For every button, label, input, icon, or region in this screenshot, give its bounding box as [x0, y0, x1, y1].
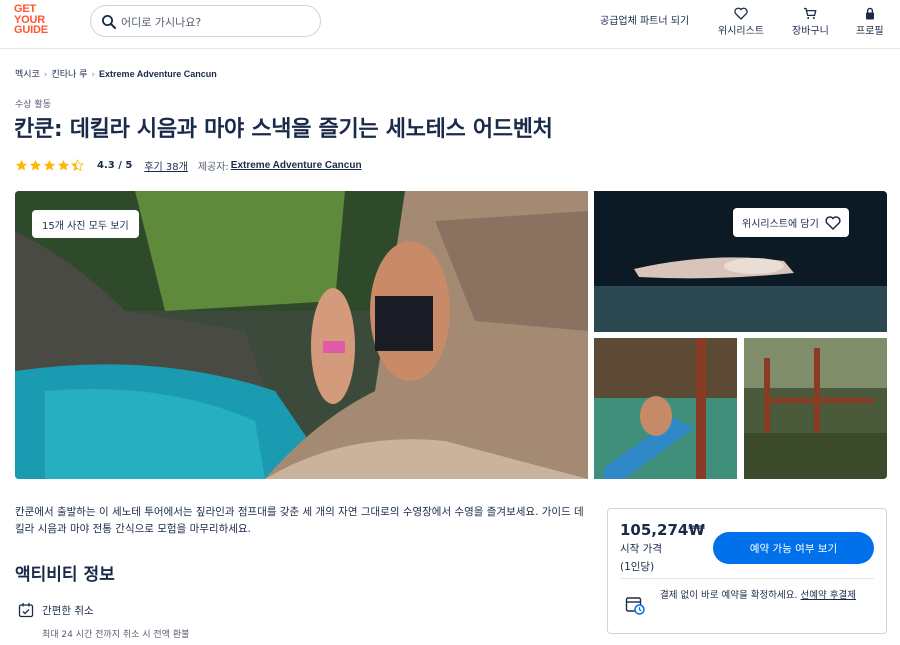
- provider-label: 제공자:: [197, 161, 229, 173]
- search-input[interactable]: [121, 12, 306, 32]
- calendar-check-icon: [18, 603, 34, 618]
- star-full-icon: [43, 159, 56, 170]
- photo-jungle[interactable]: [744, 338, 887, 479]
- rating-score: 4.3 / 5: [97, 159, 133, 171]
- breadcrumb-item-region[interactable]: 킨타나 루: [51, 70, 87, 80]
- about-activity-heading: 액티비티 정보: [15, 565, 115, 585]
- price-per-person-label: (1인당): [620, 561, 655, 573]
- getyourguide-logo[interactable]: GET YOUR GUIDE: [14, 4, 58, 44]
- breadcrumb-item-country[interactable]: 멕시코: [15, 70, 40, 80]
- free-cancellation-title: 간편한 취소: [42, 605, 94, 617]
- add-to-wishlist-label: 위시리스트에 담기: [742, 219, 819, 230]
- star-full-icon: [29, 159, 42, 170]
- nav-wishlist[interactable]: 위시리스트: [718, 7, 764, 37]
- rating-row: 4.3 / 5 후기 38개 제공자: Extreme Adventure Ca…: [15, 157, 362, 173]
- reserve-now-pay-later-text: 결제 없이 바로 예약을 확정하세요. 선예약 후결제: [660, 588, 875, 603]
- view-all-photos-button[interactable]: 15개 사진 모두 보기: [32, 210, 139, 238]
- reserve-calendar-icon: [625, 597, 645, 615]
- reserve-now-pay-later-link[interactable]: 선예약 후결제: [800, 590, 855, 601]
- price-value: 105,274₩: [620, 521, 705, 539]
- kayak-cenote-image: [594, 338, 737, 479]
- top-header: GET YOUR GUIDE 공급업체 파트너 되기 위시리스트 장바구니 프로…: [0, 0, 900, 49]
- breadcrumb-separator: ›: [91, 70, 96, 80]
- nav-profile-label: 프로필: [856, 26, 884, 37]
- activity-description: 칸쿤에서 출발하는 이 세노테 투어에서는 짚라인과 점프대를 갖춘 세 개의 …: [15, 506, 584, 535]
- star-partial-icon: [71, 158, 84, 171]
- breadcrumb-separator: ›: [43, 70, 48, 80]
- logo-line-guide: GUIDE: [14, 24, 48, 36]
- jungle-zipline-image: [744, 338, 887, 479]
- logo-line-get: GET: [14, 3, 37, 15]
- nav-profile[interactable]: 프로필: [856, 7, 884, 37]
- add-to-wishlist-button[interactable]: 위시리스트에 담기: [733, 208, 849, 237]
- nav-wishlist-label: 위시리스트: [718, 26, 764, 37]
- price-from-label: 시작 가격: [620, 543, 662, 555]
- rating-stars: [15, 158, 85, 172]
- free-cancellation-detail: 최대 24 시간 전까지 취소 시 전액 환불: [42, 630, 190, 640]
- search-icon: [102, 15, 116, 29]
- card-divider: [620, 578, 874, 579]
- search-box[interactable]: [90, 5, 321, 37]
- provider-link[interactable]: Extreme Adventure Cancun: [231, 160, 362, 171]
- reserve-now-text: 결제 없이 바로 예약을 확정하세요.: [660, 590, 801, 601]
- star-full-icon: [57, 159, 70, 170]
- photo-kayak[interactable]: [594, 338, 737, 479]
- become-supplier-link[interactable]: 공급업체 파트너 되기: [600, 12, 689, 27]
- reviews-link[interactable]: 후기 38개: [144, 158, 188, 173]
- heart-icon: [825, 215, 841, 230]
- star-full-icon: [15, 159, 28, 170]
- check-availability-button[interactable]: 예약 가능 여부 보기: [713, 532, 874, 564]
- heart-icon: [734, 7, 748, 20]
- breadcrumb-item-provider[interactable]: Extreme Adventure Cancun: [99, 69, 217, 79]
- activity-category: 수상 활동: [15, 100, 51, 110]
- breadcrumb: 멕시코 › 킨타나 루 › Extreme Adventure Cancun: [15, 67, 217, 80]
- cart-icon: [804, 7, 817, 19]
- profile-icon: [865, 7, 874, 20]
- page-title: 칸쿤: 데킬라 시음과 마야 스낵을 즐기는 세노테스 어드벤처: [14, 117, 553, 142]
- nav-cart[interactable]: 장바구니: [792, 7, 829, 37]
- nav-cart-label: 장바구니: [792, 26, 829, 37]
